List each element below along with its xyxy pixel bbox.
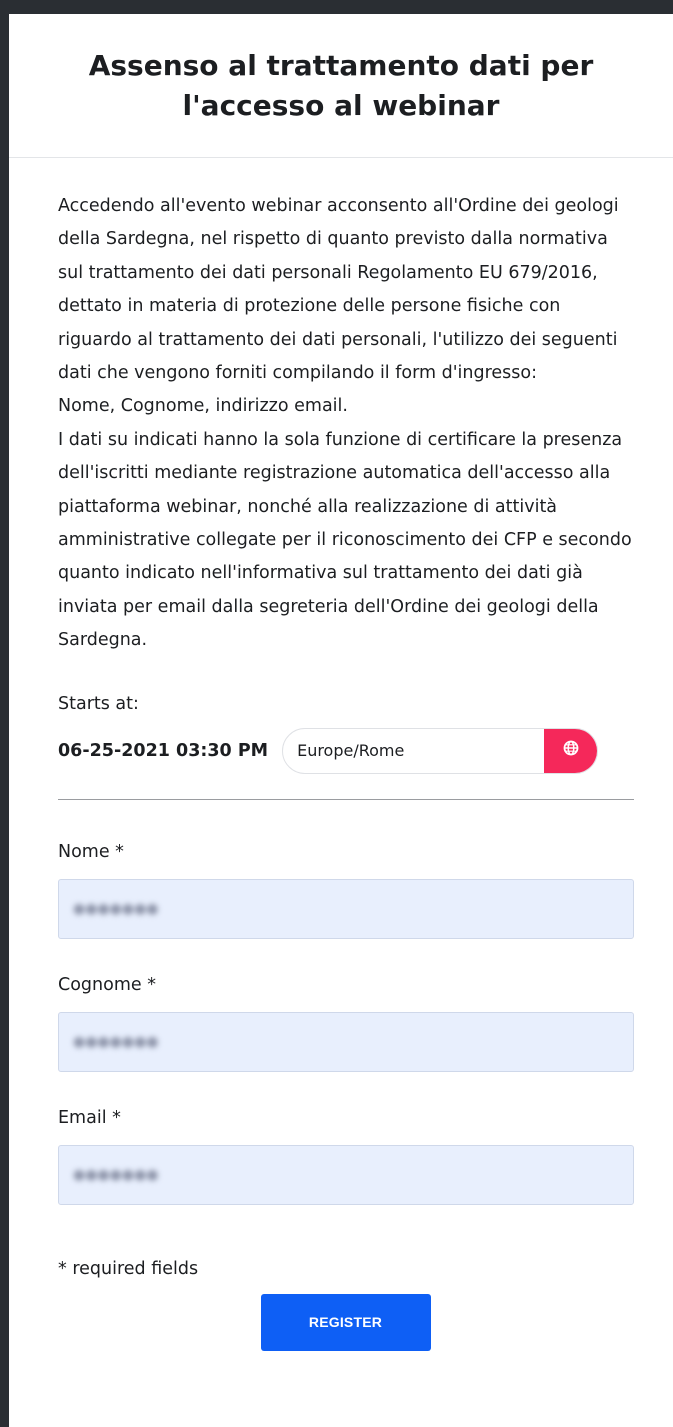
- field-nome: Nome * ●●●●●●●: [58, 841, 634, 939]
- register-button[interactable]: REGISTER: [260, 1293, 431, 1351]
- consent-card: Assenso al trattamento dati per l'access…: [9, 14, 673, 1427]
- timezone-value: Europe/Rome: [297, 741, 405, 761]
- start-datetime: 06-25-2021 03:30 PM: [58, 740, 269, 761]
- globe-icon: [563, 740, 579, 761]
- starts-at-label: Starts at:: [58, 693, 139, 714]
- timezone-button[interactable]: [544, 728, 598, 773]
- nome-input[interactable]: ●●●●●●●: [58, 878, 634, 939]
- page-title: Assenso al trattamento dati per l'access…: [88, 48, 594, 122]
- required-fields-note: * required fields: [58, 1258, 199, 1279]
- window-top-edge: [0, 0, 673, 14]
- card-header: Assenso al trattamento dati per l'access…: [9, 14, 673, 158]
- window-left-edge: [0, 12, 9, 1427]
- card-body: Accedendo all'evento webinar acconsento …: [9, 158, 673, 1351]
- schedule-row: 06-25-2021 03:30 PM Europe/Rome: [58, 727, 633, 774]
- field-cognome: Cognome * ●●●●●●●: [58, 974, 634, 1072]
- cognome-input[interactable]: ●●●●●●●: [58, 1011, 634, 1072]
- field-email: Email * ●●●●●●●: [58, 1107, 634, 1205]
- cognome-input-blurred-value: ●●●●●●●: [73, 1033, 159, 1050]
- nome-label: Nome *: [58, 841, 124, 862]
- nome-input-blurred-value: ●●●●●●●: [73, 900, 159, 917]
- email-input[interactable]: ●●●●●●●: [58, 1144, 634, 1205]
- email-label: Email *: [58, 1107, 121, 1128]
- consent-text: Accedendo all'evento webinar acconsento …: [58, 196, 632, 651]
- email-input-blurred-value: ●●●●●●●: [73, 1166, 159, 1183]
- timezone-selector[interactable]: Europe/Rome: [282, 727, 599, 774]
- cognome-label: Cognome *: [58, 974, 156, 995]
- page-frame: Assenso al trattamento dati per l'access…: [0, 0, 673, 1427]
- section-divider: [58, 798, 634, 800]
